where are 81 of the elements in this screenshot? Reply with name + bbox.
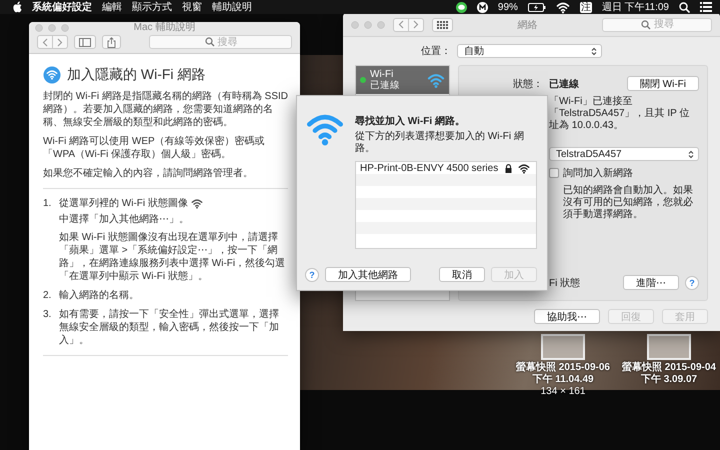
- forward-button[interactable]: [409, 18, 424, 32]
- sidebar-icon: [79, 38, 91, 46]
- dialog-button[interactable]: 取消: [439, 267, 485, 282]
- step-text: 中選擇「加入其他網路⋯」。: [59, 213, 189, 226]
- search-field[interactable]: 搜尋: [149, 35, 292, 49]
- wifi-icon: [518, 162, 530, 174]
- article-paragraph: 如果您不確定輸入的內容，請詢問網路管理者。: [43, 167, 254, 180]
- search-icon: [204, 37, 214, 47]
- location-dropdown[interactable]: 自動: [457, 44, 602, 58]
- step-text: 從選單列裡的 Wi-Fi 狀態圖像: [59, 197, 188, 210]
- menu-bar-option-label: Fi 狀態: [549, 276, 580, 290]
- chevron-right-icon: [413, 20, 419, 29]
- lock-icon: [505, 164, 512, 172]
- menu-item[interactable]: 編輯: [102, 0, 122, 14]
- chat-bubble-icon[interactable]: [456, 2, 467, 12]
- footer-button[interactable]: 協助我⋯: [534, 308, 600, 324]
- step-number: 1.: [43, 197, 52, 211]
- file-thumbnail[interactable]: [647, 334, 691, 360]
- file-dimensions: 134 × 161: [540, 386, 586, 398]
- step-text: 如有需要，請按一下「安全性」彈出式選單，選擇無線安全層級的類型，輸入密碼，然後按一下「加入」。: [59, 308, 280, 347]
- file-name[interactable]: 螢幕快照 2015-09-04 下午 3.09.07: [618, 362, 720, 386]
- status-label: 狀態：: [512, 78, 543, 90]
- menu-bar-clock[interactable]: 週日 下午11:09: [602, 0, 669, 14]
- back-button[interactable]: [393, 18, 409, 32]
- wifi-icon: [190, 198, 203, 209]
- wifi-icon: [427, 72, 445, 88]
- help-button[interactable]: ?: [685, 276, 699, 290]
- menu-item[interactable]: 顯示方式: [132, 0, 172, 14]
- status-description: 「Wi-Fi」已連接至「TelstraD5A457」，且其 IP 位址為 10.0.0.43。: [549, 96, 690, 132]
- dialog-button[interactable]: 加入其他網路: [325, 267, 411, 282]
- network-name-dropdown[interactable]: TelstraD5A457: [549, 147, 699, 161]
- step-number: 3.: [43, 308, 52, 322]
- window-controls-icon: [351, 20, 385, 28]
- search-icon[interactable]: [679, 2, 690, 12]
- file-name[interactable]: 螢幕快照 2015-09-06 下午 11.04.49: [512, 362, 614, 386]
- stepper-arrows-icon: [591, 46, 597, 56]
- article-paragraph: 封閉的 Wi-Fi 網路是指隱藏名稱的網路（有時稱為 SSID 網路）。若要加入隱藏的網路，您需要知道網路的名稱、無線安全層級的類型和此網路的密碼。: [43, 90, 288, 129]
- service-item[interactable]: Wi-Fi 已連線: [356, 66, 449, 94]
- location-label: 位置：: [421, 44, 451, 58]
- list-icon[interactable]: [700, 2, 712, 12]
- dialog-title: 尋找並加入 Wi-Fi 網路。: [355, 114, 466, 128]
- status-value: 已連線: [549, 78, 579, 90]
- wifi-icon[interactable]: [556, 0, 570, 14]
- app-menu[interactable]: 系統偏好設定: [32, 0, 92, 14]
- menu-item[interactable]: 視窗: [182, 0, 202, 14]
- battery-percentage: 99%: [498, 2, 518, 12]
- share-button[interactable]: [102, 35, 121, 49]
- network-row[interactable]: HP-Print-0B-ENVY 4500 series: [356, 162, 536, 174]
- menu-item[interactable]: 輔助說明: [212, 0, 252, 14]
- stepper-arrows-icon: [688, 150, 694, 158]
- grid-icon: [437, 20, 448, 28]
- step-text: 輸入網路的名稱。: [59, 289, 140, 302]
- round-badge-icon[interactable]: [476, 2, 488, 12]
- share-icon: [107, 36, 116, 48]
- chevron-left-icon: [398, 20, 404, 29]
- search-field[interactable]: 搜尋: [602, 18, 712, 32]
- article-paragraph: Wi-Fi 網路可以使用 WEP（有線等效保密）密碼或「WPA（Wi-Fi 保護存取）個人級」密碼。: [43, 135, 266, 161]
- file-thumbnail[interactable]: [541, 334, 585, 360]
- wifi-badge-icon: [43, 66, 61, 84]
- back-button[interactable]: [37, 35, 53, 49]
- show-all-button[interactable]: [432, 18, 453, 32]
- ask-to-join-checkbox[interactable]: 詢問加入新網路: [549, 166, 699, 180]
- advanced-button[interactable]: 進階⋯: [623, 275, 679, 290]
- window-title: Mac 輔助說明: [132, 22, 196, 33]
- checkbox-hint: 已知的網路會自動加入。如果沒有可用的已知網路，您就必須手動選擇網路。: [562, 185, 694, 221]
- sidebar-button[interactable]: [74, 35, 96, 49]
- apple-icon: [12, 1, 22, 13]
- battery-icon[interactable]: [528, 2, 546, 12]
- step-number: 2.: [43, 289, 52, 302]
- chevron-right-icon: [57, 38, 63, 46]
- dialog-subtitle: 從下方的列表選擇想要加入的 Wi-Fi 網路。: [355, 131, 525, 155]
- forward-button[interactable]: [53, 35, 68, 49]
- search-icon: [641, 20, 651, 30]
- status-dot-icon: [360, 77, 366, 83]
- step-note: 如果 Wi-Fi 狀態圖像沒有出現在選單列中，請選擇「蘋果」選單 >「系統偏好設定⋯」，按一下「網路」，在網路連線服務列表中選擇 Wi-Fi，然後勾選「在選單列中顯示 Wi-Fi 狀態」。: [59, 231, 286, 283]
- help-button[interactable]: ?: [305, 268, 319, 282]
- window-title: 網絡: [516, 18, 538, 32]
- article-heading: 加入隱藏的 Wi-Fi 網路: [67, 66, 206, 84]
- input-method-indicator[interactable]: 注: [580, 2, 592, 12]
- chevron-left-icon: [42, 38, 48, 46]
- turn-off-wifi-button[interactable]: 關閉 Wi-Fi: [626, 76, 699, 91]
